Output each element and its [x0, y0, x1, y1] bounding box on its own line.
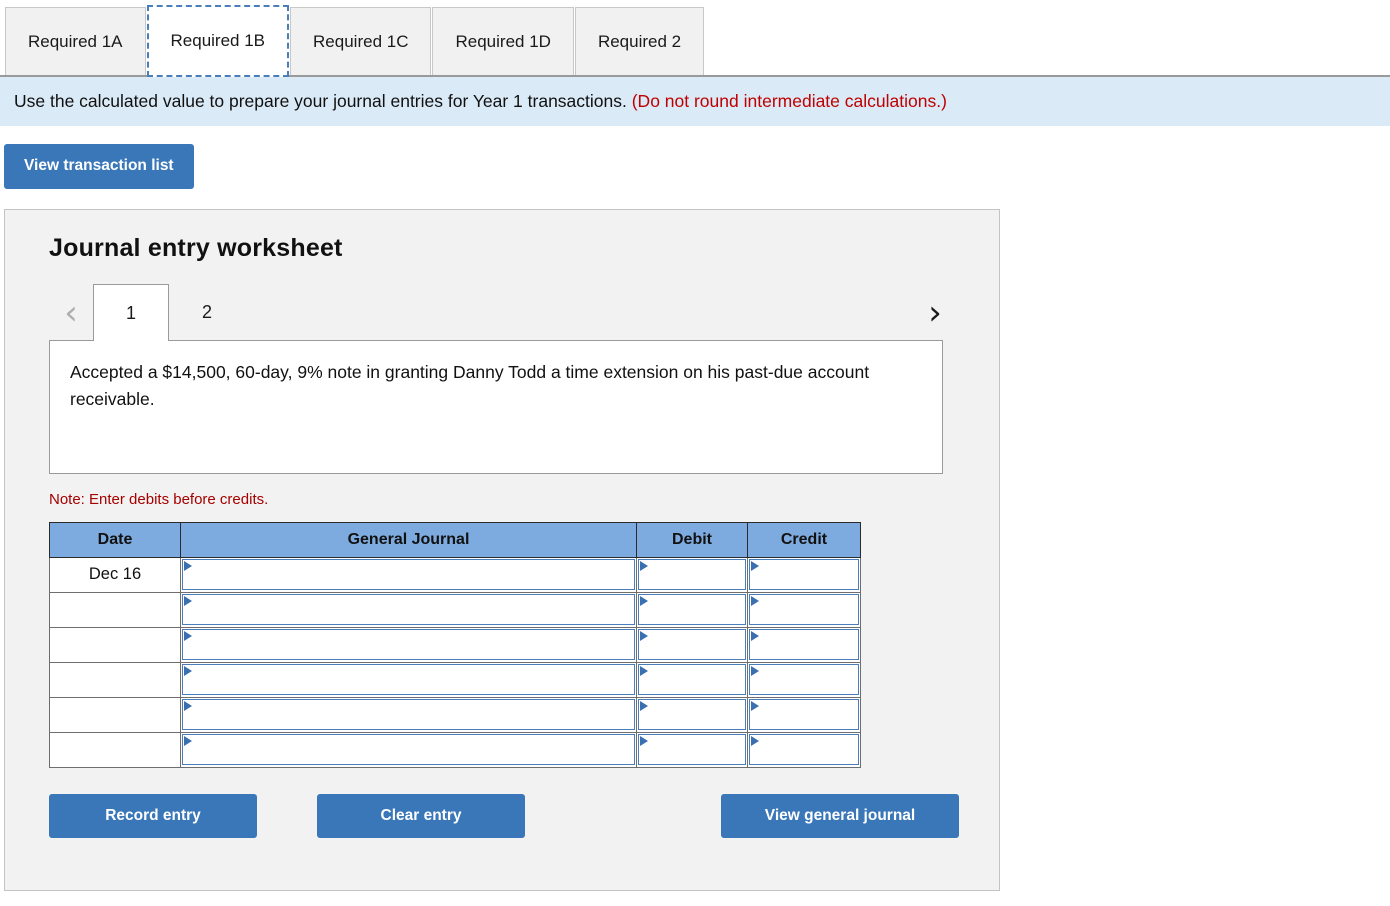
date-cell: Dec 16	[49, 556, 181, 593]
chevron-left-icon[interactable]: ‹	[49, 296, 93, 330]
date-cell	[49, 731, 181, 768]
general-journal-cell	[180, 661, 637, 698]
debit-input[interactable]	[638, 664, 746, 696]
debit-cell	[636, 731, 748, 768]
credit-input[interactable]	[749, 734, 859, 766]
top-action-bar: View transaction list	[0, 126, 1390, 189]
tab-label: Required 2	[597, 31, 682, 51]
table-row	[49, 661, 861, 698]
debit-cell	[636, 556, 748, 593]
credit-input[interactable]	[749, 664, 859, 696]
instruction-text: Use the calculated value to prepare your…	[14, 91, 627, 111]
table-row	[49, 731, 861, 768]
instruction-rounding-note: (Do not round intermediate calculations.…	[631, 91, 947, 111]
general-journal-input[interactable]	[182, 664, 635, 696]
required-tab-strip: Required 1A Required 1B Required 1C Requ…	[0, 0, 1390, 77]
pager-page-label: 2	[201, 302, 212, 323]
column-header-general-journal: General Journal	[180, 521, 637, 558]
general-journal-cell	[180, 556, 637, 593]
debit-cell	[636, 591, 748, 628]
credit-input[interactable]	[749, 594, 859, 626]
transaction-description: Accepted a $14,500, 60-day, 9% note in g…	[49, 339, 943, 474]
pager-page-1[interactable]: 1	[93, 284, 169, 342]
page-title: Journal entry worksheet	[49, 233, 343, 262]
tab-required-1c[interactable]: Required 1C	[290, 7, 432, 75]
debit-input[interactable]	[638, 559, 746, 591]
tab-required-1b[interactable]: Required 1B	[146, 5, 290, 77]
table-row	[49, 696, 861, 733]
worksheet-pager: ‹ 1 2 ›	[49, 284, 957, 342]
table-row	[49, 591, 861, 628]
debit-input[interactable]	[638, 699, 746, 731]
date-cell	[49, 661, 181, 698]
credit-cell	[747, 591, 861, 628]
tab-label: Required 1D	[455, 31, 551, 51]
journal-entry-worksheet-panel: Journal entry worksheet ‹ 1 2 › Accepted…	[4, 208, 1000, 891]
instruction-banner: Use the calculated value to prepare your…	[0, 77, 1390, 126]
credit-cell	[747, 696, 861, 733]
column-header-date: Date	[49, 521, 181, 558]
table-header-row: Date General Journal Debit Credit	[49, 521, 861, 558]
clear-entry-button[interactable]: Clear entry	[317, 793, 525, 838]
tab-label: Required 1B	[170, 31, 266, 50]
view-transaction-list-button[interactable]: View transaction list	[4, 143, 194, 189]
credit-input[interactable]	[749, 559, 859, 591]
debit-cell	[636, 696, 748, 733]
debit-input[interactable]	[638, 629, 746, 661]
column-header-debit: Debit	[636, 521, 748, 558]
general-journal-input[interactable]	[182, 734, 635, 766]
tab-required-2[interactable]: Required 2	[574, 7, 705, 75]
debit-input[interactable]	[638, 734, 746, 766]
view-general-journal-button[interactable]: View general journal	[721, 793, 959, 838]
general-journal-input[interactable]	[182, 629, 635, 661]
general-journal-input[interactable]	[182, 699, 635, 731]
tab-label: Required 1C	[313, 31, 409, 51]
tab-required-1d[interactable]: Required 1D	[432, 7, 574, 75]
debit-cell	[636, 626, 748, 663]
date-cell	[49, 626, 181, 663]
general-journal-cell	[180, 731, 637, 768]
credit-cell	[747, 556, 861, 593]
column-header-credit: Credit	[747, 521, 861, 558]
credit-cell	[747, 731, 861, 768]
debits-before-credits-note: Note: Enter debits before credits.	[49, 490, 269, 508]
chevron-right-icon[interactable]: ›	[913, 296, 957, 330]
general-journal-cell	[180, 591, 637, 628]
general-journal-input[interactable]	[182, 594, 635, 626]
table-row: Dec 16	[49, 556, 861, 593]
debit-cell	[636, 661, 748, 698]
table-row	[49, 626, 861, 663]
credit-cell	[747, 626, 861, 663]
general-journal-cell	[180, 696, 637, 733]
journal-entry-table: Date General Journal Debit Credit Dec 16	[49, 521, 861, 768]
record-entry-button[interactable]: Record entry	[49, 793, 257, 838]
debit-input[interactable]	[638, 594, 746, 626]
general-journal-cell	[180, 626, 637, 663]
pager-page-2[interactable]: 2	[169, 285, 245, 341]
credit-cell	[747, 661, 861, 698]
credit-input[interactable]	[749, 629, 859, 661]
tab-label: Required 1A	[28, 31, 123, 51]
credit-input[interactable]	[749, 699, 859, 731]
date-cell	[49, 591, 181, 628]
pager-page-label: 1	[125, 302, 136, 323]
worksheet-button-row: Record entry Clear entry View general jo…	[49, 793, 959, 838]
tab-required-1a[interactable]: Required 1A	[5, 7, 146, 75]
general-journal-input[interactable]	[182, 559, 635, 591]
date-cell	[49, 696, 181, 733]
